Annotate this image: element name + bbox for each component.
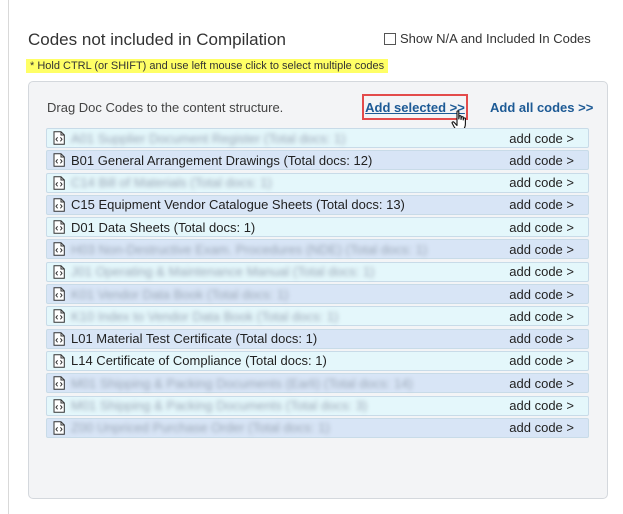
xml-document-icon [52, 264, 66, 279]
xml-document-icon [52, 309, 66, 324]
add-code-link[interactable]: add code > [509, 309, 574, 324]
xml-document-icon [52, 220, 66, 234]
add-code-link[interactable]: add code > [509, 264, 574, 279]
show-na-checkbox[interactable]: Show N/A and Included In Codes [384, 31, 591, 46]
xml-document-icon [52, 175, 66, 190]
add-code-link[interactable]: add code > [509, 331, 574, 346]
xml-document-icon [52, 421, 66, 435]
add-code-link[interactable]: add code > [509, 131, 574, 146]
doc-code-label: L01 Material Test Certificate (Total doc… [71, 331, 318, 347]
doc-code-row[interactable]: K10 Index to Vendor Data Book (Total doc… [46, 306, 589, 327]
doc-code-label: M01 Shipping & Packing Documents (Earli)… [71, 375, 413, 391]
doc-code-row[interactable]: M01 Shipping & Packing Documents (Total … [46, 395, 589, 416]
add-code-link[interactable]: add code > [509, 153, 574, 168]
doc-code-label: D01 Data Sheets (Total docs: 1) [71, 219, 256, 235]
doc-code-row[interactable]: Z00 Unpriced Purchase Order (Total docs:… [46, 417, 589, 438]
doc-code-row[interactable]: L14 Certificate of Compliance (Total doc… [46, 350, 589, 371]
doc-code-row[interactable]: K01 Vendor Data Book (Total docs: 1) add … [46, 284, 589, 305]
add-code-link[interactable]: add code > [509, 242, 574, 257]
codes-panel: Drag Doc Codes to the content structure.… [28, 81, 608, 499]
xml-document-icon [52, 198, 66, 212]
doc-code-row[interactable]: C15 Equipment Vendor Catalogue Sheets (T… [46, 194, 589, 215]
doc-code-label: C15 Equipment Vendor Catalogue Sheets (T… [71, 197, 405, 213]
doc-code-row[interactable]: M01 Shipping & Packing Documents (Earli)… [46, 373, 589, 394]
checkbox-box[interactable] [384, 32, 396, 45]
drag-instruction: Drag Doc Codes to the content structure. [47, 100, 284, 115]
doc-code-label: L14 Certificate of Compliance (Total doc… [71, 353, 327, 369]
add-code-link[interactable]: add code > [509, 287, 574, 302]
add-code-link[interactable]: add code > [509, 353, 574, 368]
add-code-link[interactable]: add code > [509, 220, 574, 235]
add-code-link[interactable]: add code > [509, 398, 574, 413]
doc-code-list: A01 Supplier Document Register (Total do… [46, 128, 589, 440]
left-divider [8, 0, 9, 514]
doc-code-row[interactable]: B01 General Arrangement Drawings (Total … [46, 150, 589, 171]
doc-code-label: A01 Supplier Document Register (Total do… [71, 130, 346, 146]
doc-code-label: C14 Bill of Materials (Total docs: 1) [71, 175, 272, 191]
doc-code-row[interactable]: J01 Operating & Maintenance Manual (Tota… [46, 261, 589, 282]
doc-code-label: B01 General Arrangement Drawings (Total … [71, 152, 373, 168]
xml-document-icon [52, 376, 66, 391]
xml-document-icon [52, 398, 66, 413]
doc-code-row[interactable]: L01 Material Test Certificate (Total doc… [46, 328, 589, 349]
xml-document-icon [52, 153, 66, 168]
doc-code-row[interactable]: A01 Supplier Document Register (Total do… [46, 128, 589, 148]
doc-code-row[interactable]: C14 Bill of Materials (Total docs: 1) add… [46, 172, 589, 193]
doc-code-row[interactable]: D01 Data Sheets (Total docs: 1) add code … [46, 217, 589, 238]
doc-code-label: J01 Operating & Maintenance Manual (Tota… [71, 264, 375, 280]
xml-document-icon [52, 287, 66, 301]
doc-code-label: K10 Index to Vendor Data Book (Total doc… [71, 308, 339, 324]
add-all-codes-link[interactable]: Add all codes >> [490, 100, 593, 115]
add-code-link[interactable]: add code > [509, 197, 574, 212]
add-code-link[interactable]: add code > [509, 175, 574, 190]
xml-document-icon [52, 242, 66, 257]
add-code-link[interactable]: add code > [509, 376, 574, 391]
xml-document-icon [52, 331, 66, 346]
section-title: Codes not included in Compilation [28, 30, 286, 49]
doc-code-label: Z00 Unpriced Purchase Order (Total docs:… [71, 420, 330, 436]
doc-code-label: M01 Shipping & Packing Documents (Total … [71, 398, 368, 414]
doc-code-row[interactable]: H03 Non-Destructive Exam. Procedures (ND… [46, 239, 589, 260]
doc-code-label: H03 Non-Destructive Exam. Procedures (ND… [71, 241, 428, 257]
doc-code-label: K01 Vendor Data Book (Total docs: 1) [71, 286, 289, 302]
xml-document-icon [52, 354, 66, 368]
show-na-label: Show N/A and Included In Codes [400, 31, 591, 46]
xml-document-icon [52, 131, 66, 145]
add-code-link[interactable]: add code > [509, 420, 574, 435]
multi-select-hint: * Hold CTRL (or SHIFT) and use left mous… [26, 59, 389, 73]
